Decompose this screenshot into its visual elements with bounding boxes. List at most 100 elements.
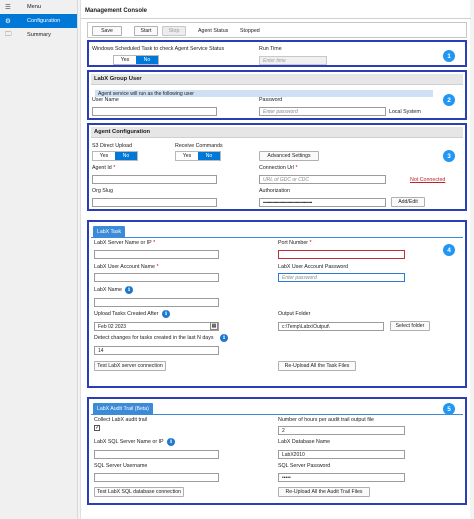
sidebar-item-summary[interactable]: 🗀 Summary: [0, 28, 77, 42]
toggle-yes[interactable]: Yes: [114, 56, 136, 64]
port-number-label: Port Number *: [278, 240, 312, 246]
password-input[interactable]: Enter password: [259, 107, 386, 116]
agent-status-label: Agent Status: [198, 28, 229, 34]
sql-password-input[interactable]: •••••: [278, 473, 405, 482]
db-name-input[interactable]: LabX2010: [278, 450, 405, 459]
authorization-label: Authorization: [259, 188, 290, 194]
s3-direct-upload-toggle[interactable]: Yes No: [92, 151, 138, 161]
sql-username-input[interactable]: [94, 473, 219, 482]
db-name-label: LabX Database Name: [278, 439, 331, 445]
toggle-no[interactable]: No: [136, 56, 158, 64]
account-name-label: LabX User Account Name *: [94, 264, 159, 270]
toggle-no[interactable]: No: [115, 152, 137, 160]
upload-after-date-input[interactable]: Feb 02 2023: [94, 322, 219, 331]
sidebar-item-label: Summary: [27, 32, 51, 38]
labx-name-input[interactable]: [94, 298, 219, 307]
connection-url-input[interactable]: URL of GDC or CDC: [259, 175, 386, 184]
sidebar-item-configuration[interactable]: ⚙ Configuration: [0, 14, 77, 28]
info-icon[interactable]: i: [220, 334, 228, 342]
toggle-yes[interactable]: Yes: [93, 152, 115, 160]
sql-password-label: SQL Server Password: [278, 463, 331, 469]
section-title: Agent Configuration: [91, 127, 463, 138]
info-icon[interactable]: i: [167, 438, 175, 446]
section-badge-3: 3: [443, 150, 455, 162]
section-title: LabX Group User: [91, 74, 463, 85]
account-password-input[interactable]: Enter password: [278, 273, 405, 282]
not-connected-status[interactable]: Not Connected: [410, 177, 445, 183]
account-password-label: LabX User Account Password: [278, 264, 349, 270]
upload-after-label: Upload Tasks Created After: [94, 311, 159, 317]
section-badge-1: 1: [443, 50, 455, 62]
add-edit-button[interactable]: Add/Edit: [391, 197, 425, 207]
collect-audit-trail-label: Collect LabX audit trail: [94, 417, 147, 423]
gear-icon: ⚙: [5, 18, 11, 25]
server-name-label: LabX Server Name or IP *: [94, 240, 156, 246]
server-name-input[interactable]: [94, 250, 219, 259]
info-icon[interactable]: i: [162, 310, 170, 318]
save-button[interactable]: Save: [92, 26, 122, 36]
sql-server-input[interactable]: [94, 450, 219, 459]
scheduled-task-toggle[interactable]: Yes No: [113, 55, 159, 65]
sidebar: ☰ Menu ⚙ Configuration 🗀 Summary: [0, 0, 78, 519]
section-badge-4: 4: [443, 244, 455, 256]
sidebar-item-menu[interactable]: ☰ Menu: [0, 0, 77, 14]
advanced-settings-button[interactable]: Advanced Settings: [259, 151, 319, 161]
group-user-panel: LabX Group User Agent service will run a…: [87, 70, 467, 120]
tab-labx-task[interactable]: LabX Task: [93, 226, 126, 237]
agent-status-value: Stopped: [240, 28, 260, 34]
hours-per-file-label: Number of hours per audit trail output f…: [278, 417, 374, 423]
sql-username-label: SQL Server Username: [94, 463, 148, 469]
hamburger-icon: ☰: [5, 4, 11, 11]
page-title: Management Console: [81, 4, 471, 19]
s3-direct-upload-label: S3 Direct Upload: [92, 143, 133, 149]
detect-changes-label: Detect changes for tasks created in the …: [94, 335, 214, 341]
tab-underline: [91, 237, 463, 238]
stop-button[interactable]: Stop: [162, 26, 186, 36]
select-folder-button[interactable]: Select folder: [390, 321, 430, 331]
test-labx-server-button[interactable]: Test LabX server connection: [94, 361, 166, 371]
output-folder-input[interactable]: c:\Temp\Labx\Output\: [278, 322, 384, 331]
labx-name-label: LabX Name: [94, 287, 122, 293]
section-badge-2: 2: [443, 94, 455, 106]
info-icon[interactable]: i: [125, 286, 133, 294]
calendar-icon[interactable]: ▦: [210, 322, 218, 330]
toolbar-panel: Save Start Stop Agent Status Stopped: [87, 22, 467, 38]
run-time-input[interactable]: Enter time: [259, 56, 327, 65]
sidebar-item-label: Configuration: [27, 18, 61, 24]
main-content: Management Console Save Start Stop Agent…: [80, 0, 471, 519]
labx-audit-trail-panel: LabX Audit Trail (Beta) Collect LabX aud…: [87, 397, 467, 505]
agent-id-input[interactable]: [92, 175, 217, 184]
account-name-input[interactable]: [94, 273, 219, 282]
connection-url-label: Connection Url *: [259, 165, 298, 171]
receive-commands-label: Receive Commands: [175, 143, 223, 149]
hours-per-file-input[interactable]: 2: [278, 426, 405, 435]
scheduled-task-panel: Windows Scheduled Task to check Agent Se…: [87, 40, 467, 67]
user-name-input[interactable]: [92, 107, 217, 116]
reupload-task-files-button[interactable]: Re-Upload All the Task Files: [278, 361, 356, 371]
tab-labx-audit-trail[interactable]: LabX Audit Trail (Beta): [93, 403, 153, 414]
labx-task-panel: LabX Task LabX Server Name or IP * Port …: [87, 220, 467, 388]
user-name-label: User Name: [92, 97, 119, 103]
password-label: Password: [259, 97, 283, 103]
folder-icon: 🗀: [5, 30, 12, 38]
test-sql-connection-button[interactable]: Test LabX SQL database connection: [94, 487, 184, 497]
sidebar-item-label: Menu: [27, 4, 41, 10]
local-system-label: Local System: [389, 109, 421, 115]
section-badge-5: 5: [443, 403, 455, 415]
org-slug-input[interactable]: [92, 198, 217, 207]
detect-changes-input[interactable]: 14: [94, 346, 219, 355]
receive-commands-toggle[interactable]: Yes No: [175, 151, 221, 161]
authorization-input[interactable]: ••••••••••••••••••••••••••••••••••••••••…: [259, 198, 386, 207]
toggle-yes[interactable]: Yes: [176, 152, 198, 160]
agent-id-label: Agent Id *: [92, 165, 116, 171]
collect-audit-trail-checkbox[interactable]: ✓: [94, 425, 100, 431]
agent-configuration-panel: Agent Configuration S3 Direct Upload Yes…: [87, 123, 467, 211]
scheduled-task-label: Windows Scheduled Task to check Agent Se…: [92, 46, 225, 52]
port-number-input[interactable]: [278, 250, 405, 259]
sql-server-label: LabX SQL Server Name or IP: [94, 439, 164, 445]
info-banner: Agent service will run as the following …: [95, 90, 433, 97]
start-button[interactable]: Start: [134, 26, 158, 36]
reupload-audit-trail-button[interactable]: Re-Upload All the Audit Trail Files: [278, 487, 370, 497]
toggle-no[interactable]: No: [198, 152, 220, 160]
run-time-label: Run Time: [259, 46, 282, 52]
